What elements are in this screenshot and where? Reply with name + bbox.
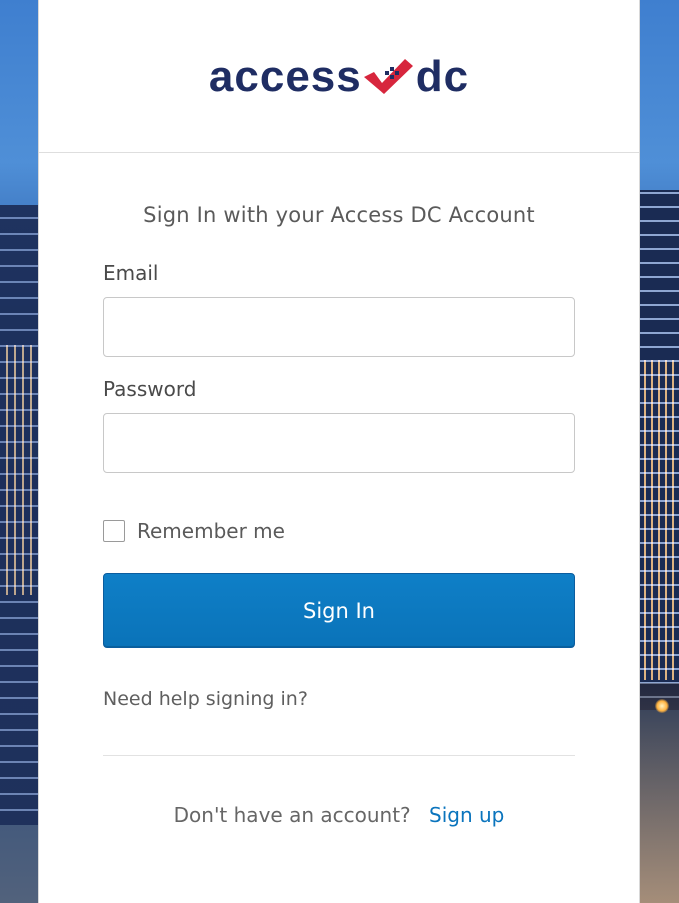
no-account-text: Don't have an account? <box>173 803 411 827</box>
right-building-image <box>639 190 679 710</box>
logo-word-left: access <box>208 52 362 101</box>
sign-in-button[interactable]: Sign In <box>103 573 575 648</box>
login-form-content: Sign In with your Access DC Account Emai… <box>39 203 639 827</box>
street-lamp-glow <box>655 699 669 713</box>
checkmark-logo-icon <box>363 59 413 94</box>
help-signing-in-link[interactable]: Need help signing in? <box>103 688 575 710</box>
password-input[interactable] <box>103 413 575 473</box>
logo-header: access dc <box>39 0 639 153</box>
email-label: Email <box>103 261 159 285</box>
left-building-image <box>0 205 40 825</box>
street-image <box>639 683 679 903</box>
password-field-group: Password <box>103 377 575 473</box>
remember-me-row[interactable]: Remember me <box>103 519 575 543</box>
logo-word-right: dc <box>415 52 470 101</box>
page-title: Sign In with your Access DC Account <box>143 203 535 227</box>
remember-me-checkbox[interactable] <box>103 520 125 542</box>
sign-up-link[interactable]: Sign up <box>429 803 504 827</box>
email-input[interactable] <box>103 297 575 357</box>
section-divider <box>103 755 575 756</box>
signup-footer: Don't have an account? Sign up <box>103 803 575 827</box>
remember-me-label[interactable]: Remember me <box>137 519 285 543</box>
login-card: access dc Sign In with your Access DC Ac… <box>38 0 640 903</box>
email-field-group: Email <box>103 261 575 357</box>
password-label: Password <box>103 377 197 401</box>
accessdc-logo: access dc <box>209 55 469 99</box>
